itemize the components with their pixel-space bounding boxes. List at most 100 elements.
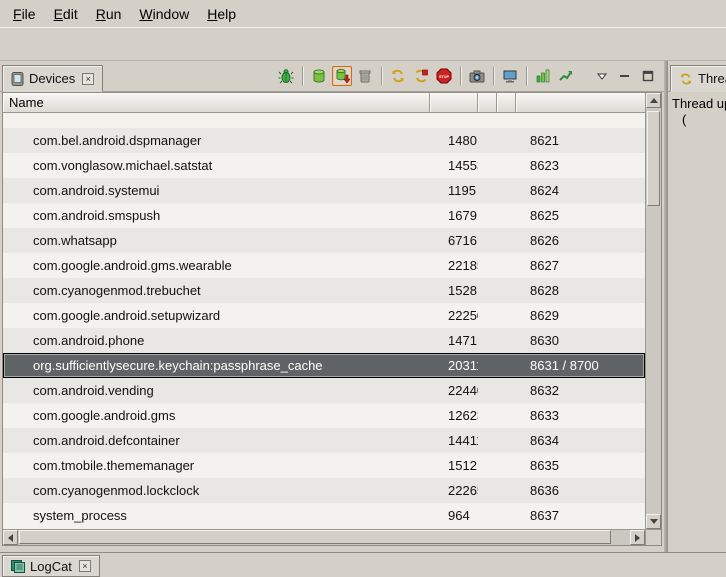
table-row[interactable]: com.vonglasow.michael.satstat145538623: [3, 153, 645, 178]
table-row[interactable]: com.cyanogenmod.trebuchet1528 8628: [3, 278, 645, 303]
table-row[interactable]: com.android.vending224408632: [3, 378, 645, 403]
process-name-cell: com.cyanogenmod.lockclock: [3, 483, 430, 498]
main-toolbar-strip: [0, 27, 726, 61]
column-header-empty-2[interactable]: [497, 93, 516, 112]
table-row[interactable]: com.google.android.gms.wearable221858627: [3, 253, 645, 278]
menu-run[interactable]: Run: [87, 2, 131, 26]
table-row[interactable]: com.whatsapp67168626: [3, 228, 645, 253]
tab-devices[interactable]: Devices ×: [2, 65, 103, 92]
horizontal-scrollbar[interactable]: [3, 529, 645, 545]
maximize-icon[interactable]: [638, 66, 658, 86]
process-name-cell: org.sufficientlysecure.keychain:passphra…: [3, 358, 430, 373]
process-name-cell: com.android.vending: [3, 383, 430, 398]
threads-message-line1: Thread up: [672, 96, 726, 112]
device-rows: com.bel.android.dspmanager14808621com.vo…: [3, 113, 645, 529]
process-name-cell: com.android.defcontainer: [3, 433, 430, 448]
table-row[interactable]: com.android.smspush16798625: [3, 203, 645, 228]
process-name-cell: com.cyanogenmod.trebuchet: [3, 283, 430, 298]
table-row[interactable]: com.tmobile.thememanager15128635: [3, 453, 645, 478]
minimize-icon[interactable]: [615, 66, 635, 86]
port-cell: 8625: [516, 208, 645, 223]
port-cell: 8634: [516, 433, 645, 448]
tab-logcat-label: LogCat: [30, 559, 72, 574]
pid-cell: 20311: [430, 358, 478, 373]
port-cell: 8623: [516, 158, 645, 173]
menu-file[interactable]: File: [4, 2, 45, 26]
tab-threads[interactable]: Threads: [670, 65, 726, 92]
debug-process-icon[interactable]: [276, 66, 296, 86]
devices-toolbar: STOP: [276, 64, 658, 88]
tab-devices-label: Devices: [29, 71, 75, 86]
table-row[interactable]: system_process9648637: [3, 503, 645, 528]
table-row[interactable]: com.android.defcontainer144118634: [3, 428, 645, 453]
start-opengl-trace-icon[interactable]: [556, 66, 576, 86]
pid-cell: 1679: [430, 208, 478, 223]
column-header-empty-1[interactable]: [478, 93, 497, 112]
process-name-cell: com.tmobile.thememanager: [3, 458, 430, 473]
port-cell: 8633: [516, 408, 645, 423]
process-name-cell: com.android.systemui: [3, 183, 430, 198]
pid-cell: 1528: [430, 283, 478, 298]
threads-panel: Threads Thread up (: [668, 61, 726, 552]
scroll-down-button[interactable]: [646, 514, 661, 529]
table-row[interactable]: org.sufficientlysecure.keychain:passphra…: [3, 353, 645, 378]
network-statistics-icon[interactable]: [533, 66, 553, 86]
update-heap-icon[interactable]: [309, 66, 329, 86]
threads-tab-bar: Threads: [668, 61, 726, 92]
screen-capture-icon[interactable]: [467, 66, 487, 86]
devices-tab-bar: Devices × STOP: [0, 61, 664, 92]
table-row[interactable]: com.google.android.setupwizard22250 8629: [3, 303, 645, 328]
close-icon[interactable]: ×: [82, 73, 94, 85]
table-row[interactable]: com.android.phone14718630: [3, 328, 645, 353]
tab-logcat[interactable]: LogCat ×: [2, 555, 100, 577]
column-header-name[interactable]: Name: [3, 93, 430, 112]
vertical-scroll-thumb[interactable]: [647, 111, 660, 206]
toolbar-separator: [493, 67, 494, 85]
table-row[interactable]: com.android.systemui11958624: [3, 178, 645, 203]
devices-table: Name com.bel.android.dspmanager14808621c…: [2, 92, 662, 546]
table-row[interactable]: com.bel.android.dspmanager14808621: [3, 128, 645, 153]
scroll-right-button[interactable]: [630, 530, 645, 545]
port-cell: 8626: [516, 233, 645, 248]
close-icon[interactable]: ×: [79, 560, 91, 572]
port-cell: 8631 / 8700: [516, 358, 645, 373]
menu-window[interactable]: Window: [130, 2, 198, 26]
arrow-right-icon: [635, 534, 640, 542]
menu-bar: FileEditRunWindowHelp: [0, 0, 726, 27]
port-cell: 8628: [516, 283, 645, 298]
table-row[interactable]: com.cyanogenmod.lockclock222658636: [3, 478, 645, 503]
horizontal-scroll-thumb[interactable]: [19, 530, 611, 544]
view-menu-icon[interactable]: [592, 66, 612, 86]
port-cell: 8635: [516, 458, 645, 473]
pid-cell: 6716: [430, 233, 478, 248]
dump-hprof-icon[interactable]: [332, 66, 352, 86]
table-row[interactable]: com.google.android.gms126238633: [3, 403, 645, 428]
vertical-scrollbar[interactable]: [645, 93, 661, 529]
port-cell: 8629: [516, 308, 645, 323]
toolbar-separator: [526, 67, 527, 85]
process-name-cell: com.google.android.setupwizard: [3, 308, 430, 323]
menu-edit[interactable]: Edit: [45, 2, 87, 26]
process-name-cell: com.google.android.gms: [3, 408, 430, 423]
start-method-profiling-icon[interactable]: [411, 66, 431, 86]
device-view-icon: [11, 72, 24, 86]
update-threads-icon[interactable]: [388, 66, 408, 86]
threads-message-line2: (: [672, 112, 726, 128]
arrow-up-icon: [650, 98, 658, 103]
stop-process-icon[interactable]: STOP: [434, 66, 454, 86]
menu-help[interactable]: Help: [198, 2, 245, 26]
scroll-left-button[interactable]: [3, 530, 18, 545]
devices-panel: Devices × STOP Name com.bel.android.dspm…: [0, 61, 664, 552]
pid-cell: 1471: [430, 333, 478, 348]
column-header-pid[interactable]: [430, 93, 478, 112]
scroll-up-button[interactable]: [646, 93, 661, 108]
screen-record-icon[interactable]: [500, 66, 520, 86]
bottom-view-bar: LogCat ×: [0, 552, 726, 577]
cause-gc-icon[interactable]: [355, 66, 375, 86]
column-header-port[interactable]: [516, 93, 645, 112]
pid-cell: 22250: [430, 308, 478, 323]
process-name-cell: com.google.android.gms.wearable: [3, 258, 430, 273]
pid-cell: 22185: [430, 258, 478, 273]
toolbar-separator: [381, 67, 382, 85]
port-cell: 8621: [516, 133, 645, 148]
